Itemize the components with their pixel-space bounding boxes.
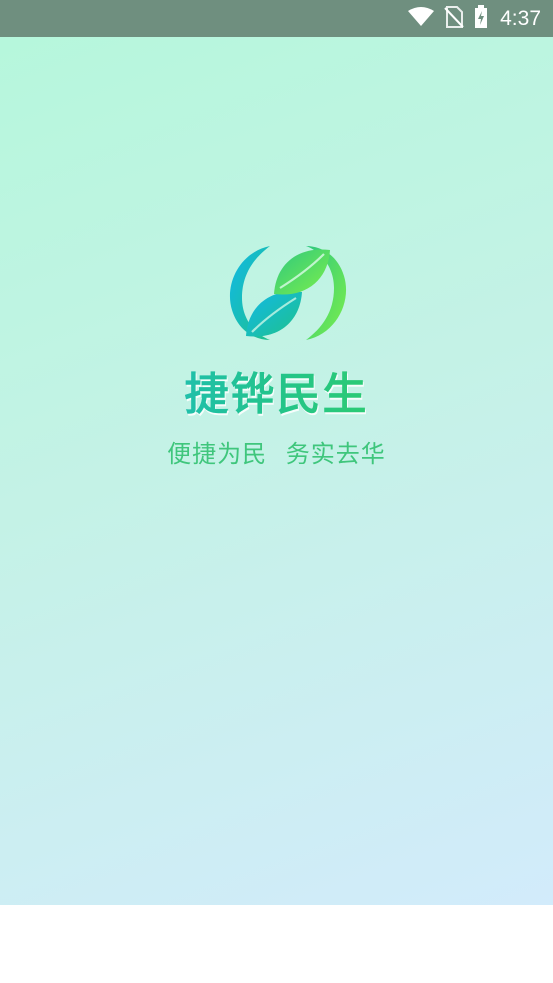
app-slogan: 便捷为民 务实去华	[167, 440, 386, 468]
bottom-blank-area	[0, 905, 553, 983]
battery-charging-icon	[474, 4, 488, 33]
no-sim-icon	[444, 5, 464, 32]
wifi-icon	[408, 6, 435, 31]
status-bar: 4:37	[0, 0, 553, 37]
status-icons: 4:37	[408, 0, 541, 37]
leaf-swirl-logo-icon	[226, 244, 350, 342]
app-title: 捷铧民生	[0, 358, 553, 422]
status-time: 4:37	[500, 7, 541, 30]
splash-screen	[0, 37, 553, 905]
